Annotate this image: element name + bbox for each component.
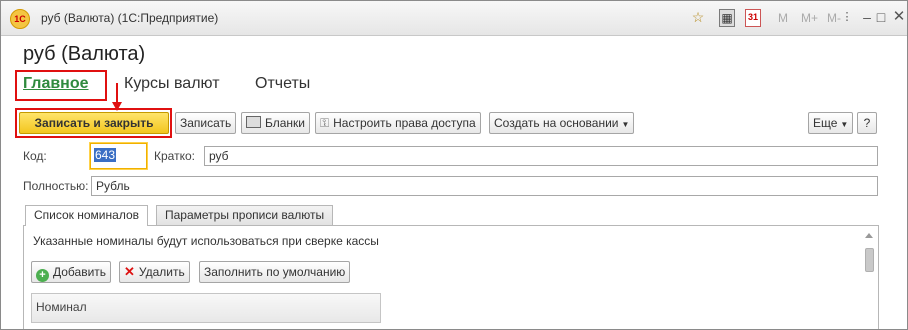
help-button[interactable]: ? — [857, 112, 877, 134]
full-name-label: Полностью: — [23, 179, 89, 193]
page-title: руб (Валюта) — [23, 43, 146, 65]
code-label: Код: — [23, 149, 47, 163]
more-button[interactable]: Еще ▼ — [808, 112, 854, 134]
app-window: 1С руб (Валюта) (1С:Предприятие) ☆ ▦ 31 … — [0, 0, 908, 330]
access-rights-button-label: Настроить права доступа — [333, 116, 476, 130]
calculator-icon[interactable]: ▦ — [719, 9, 735, 27]
short-name-label: Кратко: — [154, 149, 195, 163]
maximize-icon[interactable]: □ — [873, 9, 889, 25]
title-bar: 1С руб (Валюта) (1С:Предприятие) ☆ ▦ 31 … — [1, 1, 907, 36]
close-icon[interactable]: ✕ — [891, 9, 907, 25]
memory-m-plus-button[interactable]: M+ — [801, 11, 818, 25]
tab-denominations[interactable]: Список номиналов — [25, 205, 148, 226]
column-header-denomination[interactable]: Номинал — [31, 293, 381, 323]
app-logo-icon[interactable]: 1С — [10, 9, 30, 29]
calendar-icon[interactable]: 31 — [745, 9, 761, 27]
fill-default-button[interactable]: Заполнить по умолчанию — [199, 261, 351, 283]
delete-x-icon: ✕ — [124, 264, 135, 279]
more-button-label: Еще — [813, 116, 838, 130]
vertical-scrollbar[interactable] — [863, 227, 875, 327]
forms-button-label: Бланки — [265, 116, 305, 130]
window-title: руб (Валюта) (1С:Предприятие) — [41, 11, 219, 25]
tab-currency-spelling-params[interactable]: Параметры прописи валюты — [156, 205, 334, 225]
printer-icon — [246, 116, 261, 128]
add-button[interactable]: + Добавить — [31, 261, 112, 283]
chevron-down-icon: ▼ — [840, 120, 849, 129]
code-value: 643 — [94, 148, 117, 162]
nav-item-reports[interactable]: Отчеты — [255, 75, 310, 93]
save-button[interactable]: Записать — [175, 112, 237, 134]
denominations-info-text: Указанные номиналы будут использоваться … — [33, 234, 379, 248]
delete-button[interactable]: ✕ Удалить — [119, 261, 190, 283]
delete-button-label: Удалить — [138, 265, 185, 279]
highlight-frame-main — [15, 70, 107, 101]
key-icon: ⚿ — [320, 116, 330, 130]
full-name-field[interactable]: Рубль — [91, 176, 878, 196]
access-rights-button[interactable]: ⚿ Настроить права доступа — [315, 112, 481, 134]
scroll-up-icon[interactable] — [865, 233, 873, 238]
nav-item-currency-rates[interactable]: Курсы валют — [124, 75, 220, 93]
short-name-field[interactable]: руб — [204, 146, 878, 166]
code-field[interactable]: 643 — [90, 143, 147, 169]
create-based-on-button[interactable]: Создать на основании ▼ — [489, 112, 635, 134]
create-based-on-label: Создать на основании — [494, 116, 619, 130]
favorite-star-icon[interactable]: ☆ — [690, 9, 706, 25]
forms-button[interactable]: Бланки — [241, 112, 310, 134]
memory-m-button[interactable]: M — [778, 11, 788, 25]
scroll-thumb[interactable] — [865, 248, 874, 272]
highlight-frame-save-close — [15, 108, 172, 138]
plus-icon: + — [36, 269, 49, 282]
chevron-down-icon: ▼ — [621, 120, 630, 129]
more-icon[interactable]: ⋮ — [839, 9, 855, 25]
add-button-label: Добавить — [53, 265, 107, 279]
